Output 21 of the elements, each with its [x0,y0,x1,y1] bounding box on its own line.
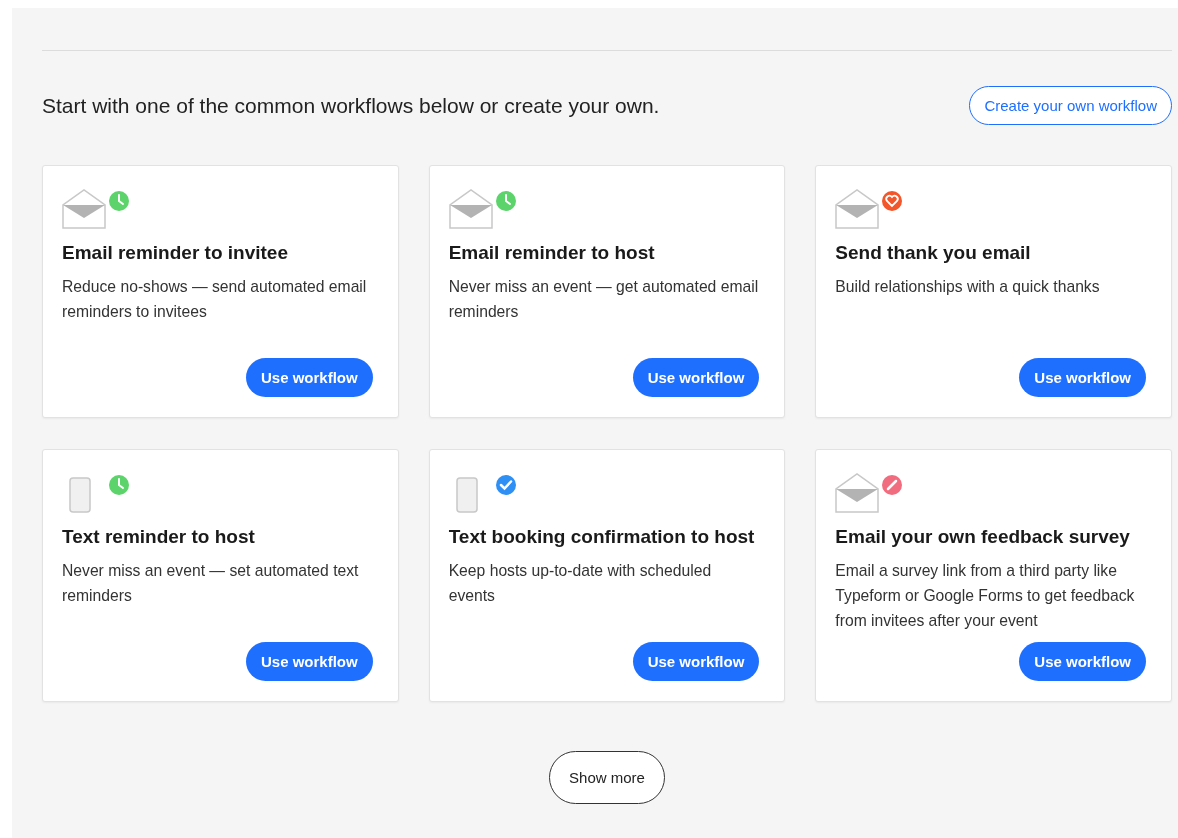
workflow-description: Keep hosts up-to-date with scheduled events [448,561,713,606]
workflow-title: Text booking confirmation to host [448,526,756,548]
use-workflow-button[interactable]: Use workflow [632,358,760,397]
use-workflow-button[interactable]: Use workflow [245,358,373,397]
workflow-description: Build relationships with a quick thanks [835,277,1101,297]
use-workflow-button[interactable]: Use workflow [1019,358,1146,397]
show-more-button[interactable]: Show more [549,751,665,804]
use-workflow-button[interactable]: Use workflow [1019,642,1146,681]
workflow-description: Never miss an event — get automated email reminders [448,277,760,322]
workflow-description: Email a survey link from a third party like Typeform or Google Forms to get feedback from invitees after your event [835,561,1136,631]
workflow-title: Email reminder to host [448,242,656,264]
use-workflow-button[interactable]: Use workflow [632,642,760,681]
use-workflow-button[interactable]: Use workflow [245,642,373,681]
workflow-title: Email your own feedback survey [835,526,1131,548]
workflow-title: Email reminder to invitee [62,242,289,264]
intro-text: Start with one of the common workflows below or create your own. [42,93,660,118]
workflow-title: Send thank you email [835,242,1032,264]
workflow-description: Reduce no-shows — send automated email reminders to invitees [62,277,368,322]
workflow-title: Text reminder to host [62,526,256,548]
workflow-description: Never miss an event — set automated text reminders [62,561,360,606]
create-workflow-button[interactable]: Create your own workflow [969,86,1172,125]
